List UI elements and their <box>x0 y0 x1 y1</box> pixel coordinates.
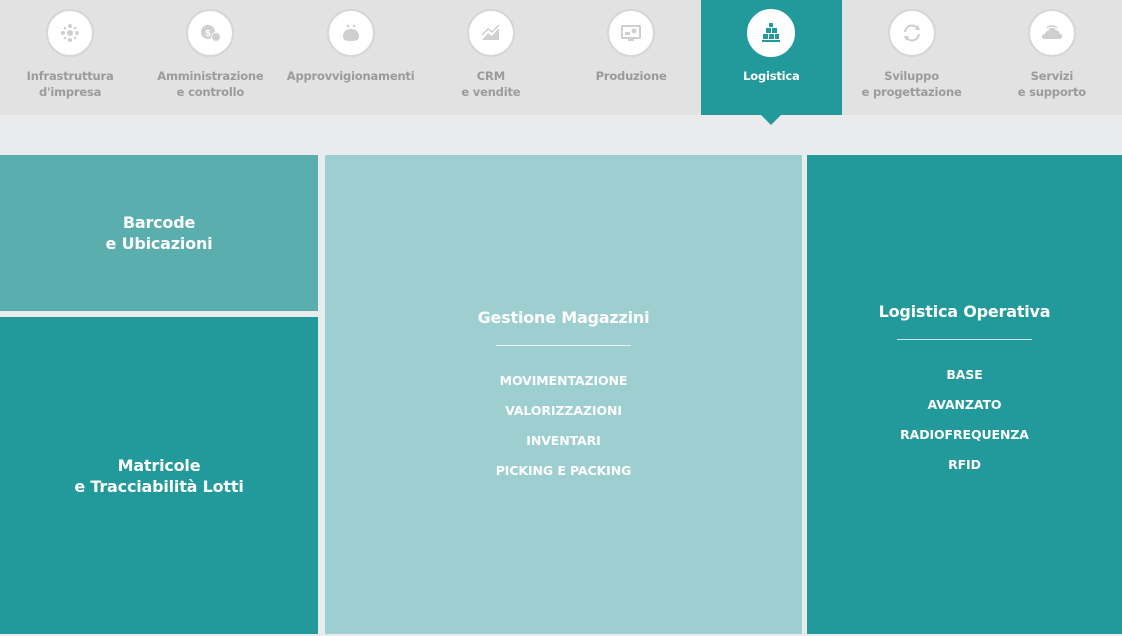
submenu-item-valorizzazioni[interactable]: VALORIZZAZIONI <box>505 396 622 426</box>
tab-produzione[interactable]: Produzione <box>561 0 701 115</box>
submenu-item-radiofrequenza[interactable]: RADIOFREQUENZA <box>900 420 1029 450</box>
panel-logistica-operativa[interactable]: Logistica Operativa BASE AVANZATO RADIOF… <box>807 155 1122 634</box>
tab-label: Produzione <box>595 69 667 83</box>
panel-gestione-magazzini[interactable]: Gestione Magazzini MOVIMENTAZIONE VALORI… <box>325 155 802 634</box>
network-icon <box>46 9 95 57</box>
submenu-item-inventari[interactable]: INVENTARI <box>526 426 601 456</box>
svg-text:$: $ <box>205 29 211 39</box>
panel-barcode-ubicazioni[interactable]: Barcode e Ubicazioni <box>0 155 318 311</box>
tab-label: Infrastruttura d'impresa <box>26 69 114 99</box>
submenu-item-rfid[interactable]: RFID <box>948 450 981 480</box>
tab-amministrazione[interactable]: $ Amministrazione e controllo <box>140 0 280 115</box>
module-tab-bar: Infrastruttura d'impresa $ Amministrazio… <box>0 0 1122 125</box>
tab-label: Amministrazione e controllo <box>157 69 264 99</box>
chart-icon <box>466 9 515 57</box>
active-tab-pointer <box>761 115 782 125</box>
monitor-gear-icon <box>607 9 656 57</box>
tab-servizi[interactable]: Servizi e supporto <box>982 0 1122 115</box>
tab-label: Sviluppo e progettazione <box>861 69 962 99</box>
divider <box>496 345 631 346</box>
purse-icon <box>326 9 375 57</box>
tab-logistica[interactable]: Logistica <box>701 0 842 125</box>
submenu-item-picking-packing[interactable]: PICKING E PACKING <box>496 456 632 486</box>
panel-title: Barcode e Ubicazioni <box>105 213 213 253</box>
panel-title: Logistica Operativa <box>878 302 1051 321</box>
refresh-icon <box>887 9 936 57</box>
tab-approvvigionamenti[interactable]: Approvvigionamenti <box>281 0 421 115</box>
tab-label: Approvvigionamenti <box>286 69 415 83</box>
panel-title: Matricole e Tracciabilità Lotti <box>74 455 244 496</box>
submenu-item-base[interactable]: BASE <box>946 360 982 390</box>
tab-infrastruttura[interactable]: Infrastruttura d'impresa <box>0 0 140 115</box>
cloud-wifi-icon <box>1027 9 1076 57</box>
coins-icon: $ <box>186 9 235 57</box>
submenu-item-avanzato[interactable]: AVANZATO <box>928 390 1002 420</box>
tab-label: Logistica <box>743 69 800 83</box>
submenu-item-movimentazione[interactable]: MOVIMENTAZIONE <box>500 366 628 396</box>
panel-matricole-tracciabilita[interactable]: Matricole e Tracciabilità Lotti <box>0 317 318 634</box>
warehouse-icon <box>747 9 796 57</box>
tab-sviluppo[interactable]: Sviluppo e progettazione <box>842 0 982 115</box>
tab-crm[interactable]: CRM e vendite <box>421 0 561 115</box>
divider <box>897 339 1032 340</box>
panel-title: Gestione Magazzini <box>477 308 650 327</box>
tab-label: Servizi e supporto <box>1017 69 1087 99</box>
tab-label: CRM e vendite <box>461 69 521 99</box>
